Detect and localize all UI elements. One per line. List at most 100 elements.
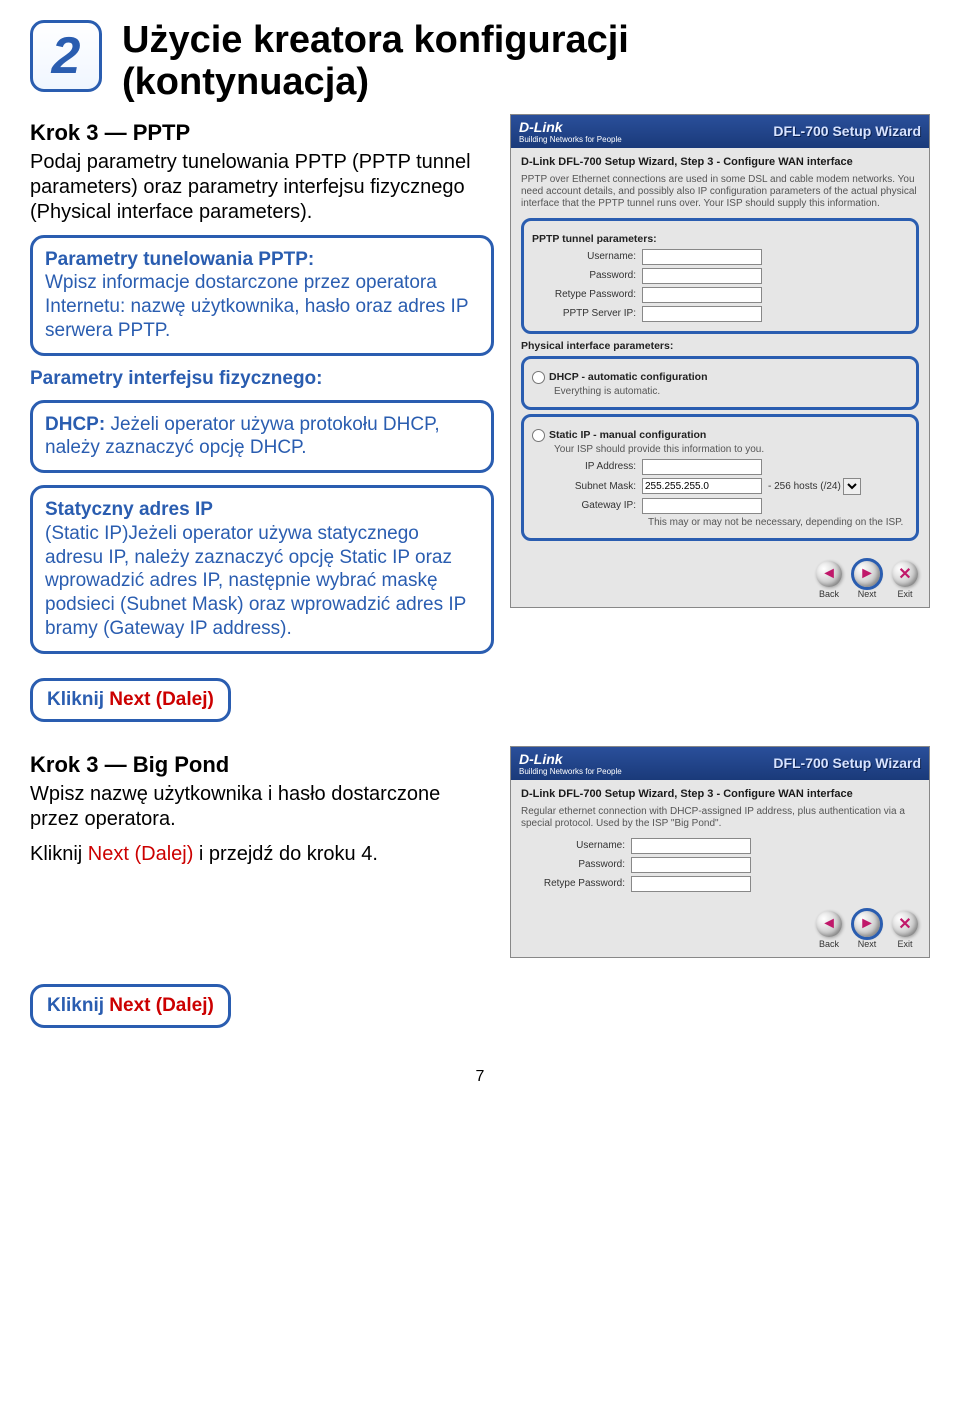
wizard2-header: D-Link Building Networks for People DFL-…	[511, 747, 929, 780]
static-note: Your ISP should provide this information…	[532, 444, 908, 455]
gateway-label: Gateway IP:	[532, 500, 642, 511]
next-arrow-icon: ►	[854, 561, 880, 587]
wizard1-note: PPTP over Ethernet connections are used …	[521, 174, 919, 210]
exit-label: Exit	[897, 589, 912, 599]
wizard1-ip-row: IP Address:	[532, 459, 908, 475]
wizard1-phys-label: Physical interface parameters:	[521, 340, 919, 352]
click-next-red: Next (Dalej)	[109, 689, 214, 710]
click-prefix: Kliknij	[47, 689, 109, 710]
wizard1-dhcp-group: DHCP - automatic configuration Everythin…	[521, 356, 919, 410]
wizard1-footer: ◄ Back ► Next ✕ Exit	[511, 555, 929, 607]
next-label-2: Next	[858, 939, 877, 949]
wizard2-banner: DFL-700 Setup Wizard	[773, 755, 921, 771]
dhcp-radio[interactable]	[532, 371, 545, 384]
dhcp-radio-label: DHCP - automatic configuration	[549, 371, 707, 383]
logo-text-2: D-Link	[519, 751, 563, 767]
password-label-2: Password:	[521, 859, 631, 870]
callout-pptp-bold: Parametry tunelowania PPTP:	[45, 249, 314, 270]
wizard1-username-row: Username:	[532, 249, 908, 265]
wizard1-tunnel-group: PPTP tunnel parameters: Username: Passwo…	[521, 218, 919, 334]
phys-interface-label: Parametry interfejsu fizycznego:	[30, 368, 494, 390]
subnet-after: - 256 hosts (/24)	[768, 481, 841, 492]
wizard1-exit-button[interactable]: ✕ Exit	[889, 561, 921, 599]
wizard2-next-button[interactable]: ► Next	[851, 911, 883, 949]
wizard1-header: D-Link Building Networks for People DFL-…	[511, 115, 929, 148]
wizard1-next-button[interactable]: ► Next	[851, 561, 883, 599]
dhcp-radio-line: DHCP - automatic configuration	[532, 371, 908, 384]
subnet-label: Subnet Mask:	[532, 481, 642, 492]
wizard2-back-button[interactable]: ◄ Back	[813, 911, 845, 949]
title-line2: (kontynuacja)	[122, 61, 369, 103]
bigpond-line2: Kliknij Next (Dalej) i przejdź do kroku …	[30, 842, 494, 867]
back-arrow-icon: ◄	[816, 561, 842, 587]
wizard1-back-button[interactable]: ◄ Back	[813, 561, 845, 599]
bigpond-line2-red: Next (Dalej)	[88, 843, 194, 865]
page-title: Użycie kreatora konfiguracji (kontynuacj…	[122, 20, 629, 104]
bigpond-section: Krok 3 — Big Pond Wpisz nazwę użytkownik…	[30, 746, 930, 972]
pptp-server-input[interactable]	[642, 306, 762, 322]
callout-static-bold: Statyczny adres IP	[45, 499, 213, 520]
back-arrow-icon-2: ◄	[816, 911, 842, 937]
gateway-note: This may or may not be necessary, depend…	[532, 517, 908, 528]
retype-password-input[interactable]	[642, 287, 762, 303]
next-arrow-icon-2: ►	[854, 911, 880, 937]
subnet-input[interactable]	[642, 478, 762, 494]
next-label: Next	[858, 589, 877, 599]
callout-static-text: (Static IP)Jeżeli operator używa statycz…	[45, 523, 466, 639]
wizard1-step-title: D-Link DFL-700 Setup Wizard, Step 3 - Co…	[521, 156, 919, 168]
bigpond-line2-pre: Kliknij	[30, 843, 88, 865]
wizard-pptp-window: D-Link Building Networks for People DFL-…	[510, 114, 930, 666]
retype-label: Retype Password:	[532, 289, 642, 300]
callout-dhcp-text: Jeżeli operator używa protokołu DHCP, na…	[45, 414, 440, 459]
wizard2-step-title: D-Link DFL-700 Setup Wizard, Step 3 - Co…	[521, 788, 919, 800]
wizard1-static-group: Static IP - manual configuration Your IS…	[521, 414, 919, 541]
callout-pptp-tunnel: Parametry tunelowania PPTP: Wpisz inform…	[30, 235, 494, 356]
password-input-2[interactable]	[631, 857, 751, 873]
wizard1-banner: DFL-700 Setup Wizard	[773, 123, 921, 139]
ip-address-input[interactable]	[642, 459, 762, 475]
wizard-bigpond-window: D-Link Building Networks for People DFL-…	[510, 746, 930, 972]
callout-static-ip: Statyczny adres IP (Static IP)Jeżeli ope…	[30, 485, 494, 654]
dhcp-note: Everything is automatic.	[532, 386, 908, 397]
pptp-server-label: PPTP Server IP:	[532, 308, 642, 319]
title-line1: Użycie kreatora konfiguracji	[122, 19, 629, 61]
retype-label-2: Retype Password:	[521, 878, 631, 889]
wizard1: D-Link Building Networks for People DFL-…	[510, 114, 930, 608]
callout-pptp-text: Wpisz informacje dostarczone przez opera…	[45, 272, 468, 341]
retype-password-input-2[interactable]	[631, 876, 751, 892]
wizard1-retype-row: Retype Password:	[532, 287, 908, 303]
wizard1-subnet-row: Subnet Mask: - 256 hosts (/24)	[532, 478, 908, 495]
exit-label-2: Exit	[897, 939, 912, 949]
subnet-select[interactable]	[843, 478, 861, 495]
gateway-input[interactable]	[642, 498, 762, 514]
wizard1-gateway-row: Gateway IP:	[532, 498, 908, 514]
click-prefix-2: Kliknij	[47, 995, 109, 1016]
wizard2: D-Link Building Networks for People DFL-…	[510, 746, 930, 958]
wizard1-password-row: Password:	[532, 268, 908, 284]
callout-dhcp: DHCP: Jeżeli operator używa protokołu DH…	[30, 400, 494, 474]
username-label-2: Username:	[521, 840, 631, 851]
static-radio-label: Static IP - manual configuration	[549, 429, 706, 441]
static-radio[interactable]	[532, 429, 545, 442]
logo-subtitle: Building Networks for People	[519, 135, 622, 144]
bigpond-line2-post: i przejdź do kroku 4.	[193, 843, 378, 865]
wizard2-exit-button[interactable]: ✕ Exit	[889, 911, 921, 949]
dlink-logo-2: D-Link Building Networks for People	[519, 751, 622, 776]
bigpond-line1: Wpisz nazwę użytkownika i hasło dostarcz…	[30, 782, 494, 832]
logo-text: D-Link	[519, 119, 563, 135]
username-input-2[interactable]	[631, 838, 751, 854]
password-input[interactable]	[642, 268, 762, 284]
pptp-left-column: Krok 3 — PPTP Podaj parametry tunelowani…	[30, 114, 494, 666]
page-number: 7	[30, 1068, 930, 1086]
wizard2-retype-row: Retype Password:	[521, 876, 919, 892]
page-header: 2 Użycie kreatora konfiguracji (kontynua…	[30, 20, 930, 104]
step3-bigpond-title: Krok 3 — Big Pond	[30, 752, 494, 778]
wizard2-username-row: Username:	[521, 838, 919, 854]
wizard1-body: D-Link DFL-700 Setup Wizard, Step 3 - Co…	[511, 148, 929, 555]
username-input[interactable]	[642, 249, 762, 265]
pptp-section: Krok 3 — PPTP Podaj parametry tunelowani…	[30, 114, 930, 666]
back-label-2: Back	[819, 939, 839, 949]
wizard1-server-row: PPTP Server IP:	[532, 306, 908, 322]
click-next-red-2: Next (Dalej)	[109, 995, 214, 1016]
click-next-pill-2: Kliknij Next (Dalej)	[30, 984, 231, 1028]
